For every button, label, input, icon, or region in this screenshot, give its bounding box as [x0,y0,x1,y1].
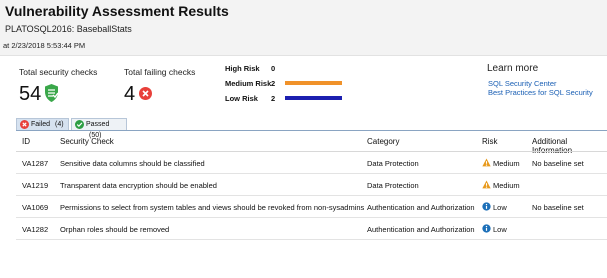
failing-checks-label: Total failing checks [124,67,196,77]
best-practices-link[interactable]: Best Practices for SQL Security [488,88,593,97]
medium-risk-bar [285,81,342,85]
low-risk-bar [285,96,342,100]
high-risk-label: High Risk [225,64,260,73]
row-category: Data Protection [367,159,419,168]
low-risk-count: 2 [271,94,276,103]
row-risk: Medium [493,181,520,190]
table-row[interactable]: VA1282 Orphan roles should be removed Au… [16,218,607,240]
row-check: Sensitive data columns should be classif… [60,159,205,168]
column-header-security-check[interactable]: Security Check [60,137,114,146]
table-row[interactable]: VA1287 Sensitive data columns should be … [16,152,607,174]
tab-failed[interactable]: Failed (4) [16,118,69,130]
column-header-risk[interactable]: Risk [482,137,498,146]
warning-icon [482,180,491,189]
results-header: Vulnerability Assessment Results PLATOSQ… [0,0,607,56]
row-category: Authentication and Authorization [367,225,475,234]
warning-icon [482,158,491,167]
total-checks-value: 54 [19,83,42,105]
page-title: Vulnerability Assessment Results [5,3,229,19]
scan-timestamp: at 2/23/2018 5:53:44 PM [3,41,86,50]
row-risk: Low [493,225,507,234]
pass-icon [75,120,84,129]
tab-passed[interactable]: Passed (50) [71,118,127,139]
row-check: Permissions to select from system tables… [60,203,365,212]
row-risk: Medium [493,159,520,168]
row-id: VA1287 [22,159,49,168]
learn-more-title: Learn more [487,63,539,74]
fail-circle-icon [139,87,152,100]
info-icon [482,224,491,233]
low-risk-label: Low Risk [225,94,258,103]
row-id: VA1282 [22,225,49,234]
row-id: VA1219 [22,181,49,190]
tab-underline [16,130,607,131]
row-category: Authentication and Authorization [367,203,475,212]
row-check: Transparent data encryption should be en… [60,181,217,190]
tab-failed-count: (4) [55,121,64,128]
column-header-id[interactable]: ID [22,137,30,146]
tab-passed-label: Passed [86,121,110,128]
medium-risk-count: 2 [271,79,276,88]
fail-icon [20,120,29,129]
row-info: No baseline set [532,159,584,168]
row-risk: Low [493,203,507,212]
table-row[interactable]: VA1069 Permissions to select from system… [16,196,607,218]
failing-checks-value: 4 [124,83,136,105]
row-info: No baseline set [532,203,584,212]
medium-risk-label: Medium Risk [225,79,272,88]
info-icon [482,202,491,211]
row-id: VA1069 [22,203,49,212]
high-risk-count: 0 [271,64,276,73]
column-header-category[interactable]: Category [367,137,399,146]
total-checks-label: Total security checks [19,67,98,77]
table-row[interactable]: VA1219 Transparent data encryption shoul… [16,174,607,196]
row-category: Data Protection [367,181,419,190]
shield-check-icon [45,84,59,102]
tab-failed-label: Failed [31,121,51,128]
database-name: PLATOSQL2016: BaseballStats [5,24,132,34]
sql-security-center-link[interactable]: SQL Security Center [488,79,557,88]
row-check: Orphan roles should be removed [60,225,170,234]
